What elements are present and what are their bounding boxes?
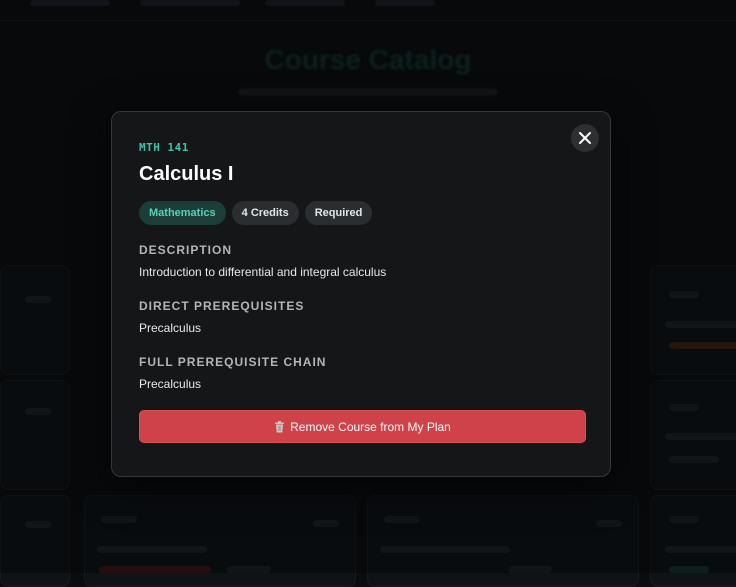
description-text: Introduction to differential and integra… (139, 265, 386, 279)
credits-badge: 4 Credits (232, 201, 299, 225)
close-button[interactable] (571, 124, 599, 152)
close-icon (579, 132, 591, 144)
direct-prerequisites-text: Precalculus (139, 321, 201, 335)
prerequisite-chain-text: Precalculus (139, 377, 201, 391)
trash-icon (274, 421, 285, 433)
requirement-badge: Required (305, 201, 373, 225)
subject-badge: Mathematics (139, 201, 226, 225)
course-detail-modal: MTH 141 Calculus I Mathematics 4 Credits… (111, 111, 611, 477)
course-badges: Mathematics 4 Credits Required (139, 201, 372, 225)
course-title: Calculus I (139, 163, 233, 186)
prerequisite-chain-heading: FULL PREREQUISITE CHAIN (139, 355, 326, 369)
course-code: MTH 141 (139, 141, 189, 154)
direct-prerequisites-heading: DIRECT PREREQUISITES (139, 299, 304, 313)
description-heading: DESCRIPTION (139, 243, 232, 257)
remove-course-button[interactable]: Remove Course from My Plan (139, 410, 586, 443)
remove-course-label: Remove Course from My Plan (290, 420, 451, 434)
